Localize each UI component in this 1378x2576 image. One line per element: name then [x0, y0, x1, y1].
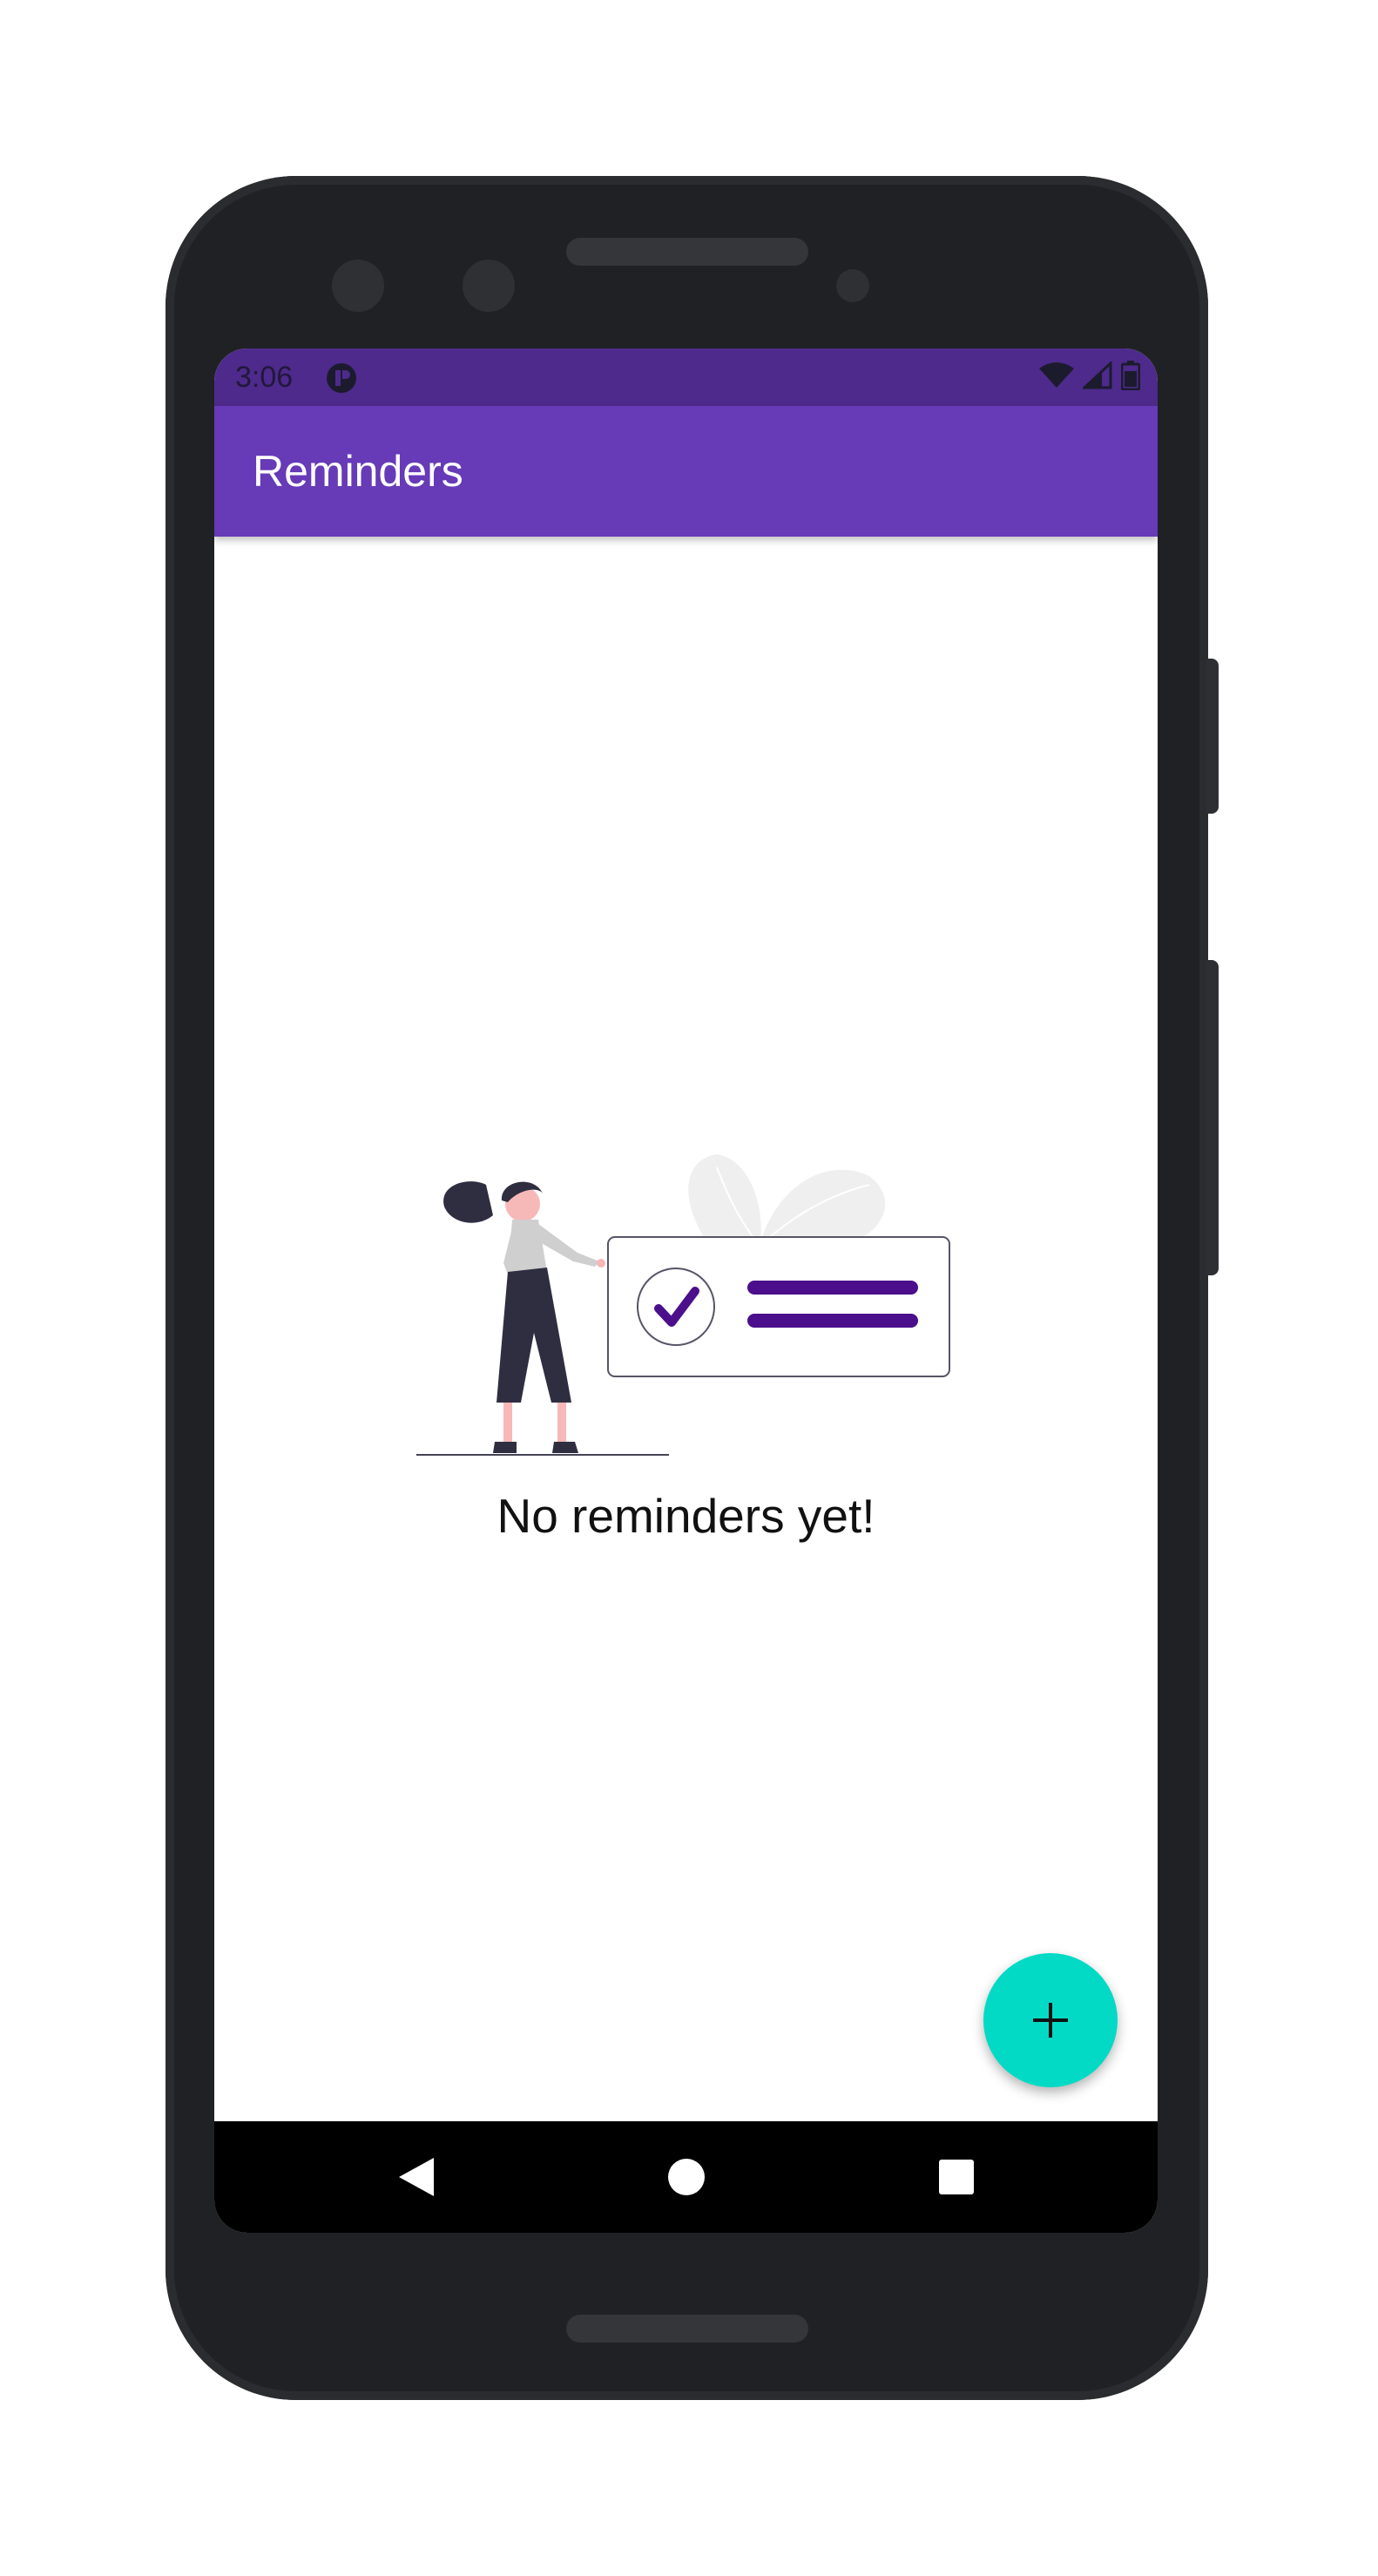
signal-icon — [1083, 362, 1112, 389]
text-line-2 — [747, 1314, 918, 1328]
app-title: Reminders — [253, 447, 463, 496]
wifi-icon — [1039, 362, 1074, 388]
empty-state-message: No reminders yet! — [496, 1489, 875, 1543]
empty-state-illustration — [416, 1154, 950, 1456]
app-bar: Reminders — [214, 406, 1158, 537]
home-icon — [668, 2159, 705, 2195]
volume-button — [1206, 659, 1219, 814]
add-reminder-button[interactable] — [983, 1953, 1118, 2087]
bottom-speaker — [566, 2315, 808, 2343]
nav-recents-button[interactable] — [927, 2147, 986, 2207]
leaves-decoration — [688, 1154, 886, 1246]
nav-back-button[interactable] — [387, 2147, 446, 2207]
screen: 3:06 Reminders No reminders yet! — [214, 348, 1158, 2233]
power-button — [1206, 960, 1219, 1275]
check-circle-icon — [637, 1268, 715, 1346]
battery-icon — [1121, 361, 1140, 390]
recents-icon — [939, 2160, 974, 2194]
app-notification-icon — [327, 363, 356, 393]
status-icons — [1039, 361, 1140, 390]
plus-icon — [1033, 2003, 1068, 2038]
text-line-1 — [747, 1281, 918, 1295]
top-speaker — [566, 238, 808, 266]
person-figure — [443, 1181, 605, 1453]
proximity-sensor — [836, 269, 869, 302]
navigation-bar — [214, 2121, 1158, 2233]
front-camera-right — [463, 260, 515, 312]
nav-home-button[interactable] — [657, 2147, 716, 2207]
front-camera-left — [332, 260, 384, 312]
back-icon — [399, 2158, 434, 2196]
status-time: 3:06 — [235, 361, 294, 394]
status-bar: 3:06 — [214, 348, 1158, 406]
